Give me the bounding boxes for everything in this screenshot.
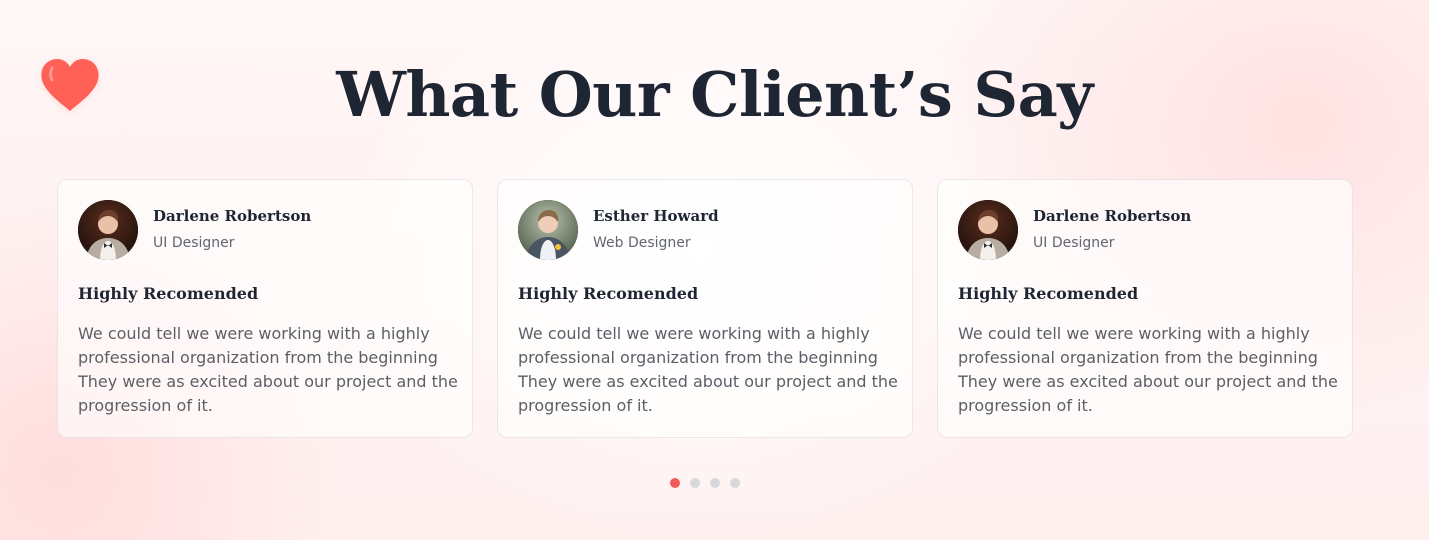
section-title: What Our Client’s Say (336, 58, 1093, 131)
pagination-dot[interactable] (670, 478, 680, 488)
avatar (958, 200, 1018, 260)
client-role: UI Designer (1033, 235, 1115, 251)
testimonial-headline: Highly Recomended (78, 284, 259, 303)
testimonial-card: Darlene Robertson UI Designer Highly Rec… (937, 179, 1353, 438)
client-role: Web Designer (593, 235, 691, 251)
pagination-dots (670, 478, 740, 488)
testimonial-text: We could tell we were working with a hig… (78, 324, 458, 415)
testimonial-card: Esther Howard Web Designer Highly Recome… (497, 179, 913, 438)
avatar (518, 200, 578, 260)
client-name: Esther Howard (593, 207, 719, 225)
pagination-dot[interactable] (710, 478, 720, 488)
testimonial-text: We could tell we were working with a hig… (958, 324, 1338, 415)
testimonial-headline: Highly Recomended (958, 284, 1139, 303)
testimonial-headline: Highly Recomended (518, 284, 699, 303)
pagination-dot[interactable] (730, 478, 740, 488)
testimonial-text: We could tell we were working with a hig… (518, 324, 898, 415)
testimonial-card: Darlene Robertson UI Designer Highly Rec… (57, 179, 473, 438)
client-name: Darlene Robertson (1033, 207, 1192, 225)
avatar (78, 200, 138, 260)
client-role: UI Designer (153, 235, 235, 251)
client-name: Darlene Robertson (153, 207, 312, 225)
pagination-dot[interactable] (690, 478, 700, 488)
